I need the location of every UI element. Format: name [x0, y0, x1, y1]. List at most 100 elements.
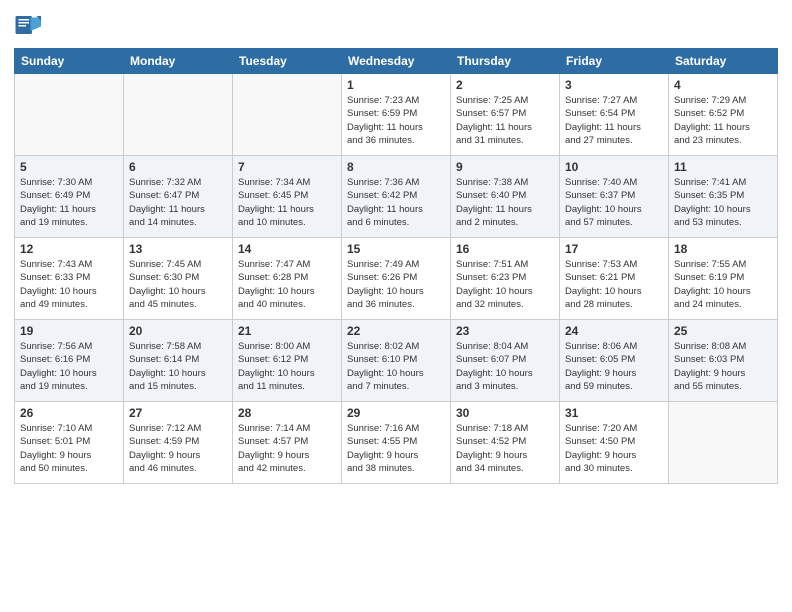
calendar-cell: 2 Sunrise: 7:25 AM Sunset: 6:57 PM Daylig…	[451, 74, 560, 156]
calendar-cell: 22 Sunrise: 8:02 AM Sunset: 6:10 PM Dayli…	[342, 320, 451, 402]
day-info: Sunrise: 7:14 AM Sunset: 4:57 PM Dayligh…	[238, 422, 336, 475]
logo-icon	[14, 10, 44, 40]
calendar-cell: 12 Sunrise: 7:43 AM Sunset: 6:33 PM Dayli…	[15, 238, 124, 320]
calendar-cell: 13Sunrise: 7:45 AM Sunset: 6:30 PM Dayli…	[124, 238, 233, 320]
day-number: 10	[565, 160, 663, 174]
day-number: 31	[565, 406, 663, 420]
day-info: Sunrise: 7:16 AM Sunset: 4:55 PM Dayligh…	[347, 422, 445, 475]
calendar-cell: 23 Sunrise: 8:04 AM Sunset: 6:07 PM Dayli…	[451, 320, 560, 402]
day-number: 16	[456, 242, 554, 256]
day-number: 19	[20, 324, 118, 338]
week-row-2: 5 Sunrise: 7:30 AM Sunset: 6:49 PM Daylig…	[15, 156, 778, 238]
day-number: 1	[347, 78, 445, 92]
weekday-header-wednesday: Wednesday	[342, 49, 451, 74]
day-info: Sunrise: 7:58 AM Sunset: 6:14 PM Dayligh…	[129, 340, 227, 393]
calendar-cell: 30 Sunrise: 7:18 AM Sunset: 4:52 PM Dayli…	[451, 402, 560, 484]
day-number: 22	[347, 324, 445, 338]
header	[14, 10, 778, 40]
day-info: Sunrise: 7:56 AM Sunset: 6:16 PM Dayligh…	[20, 340, 118, 393]
calendar-cell: 24 Sunrise: 8:06 AM Sunset: 6:05 PM Dayli…	[560, 320, 669, 402]
calendar-cell	[233, 74, 342, 156]
day-info: Sunrise: 7:38 AM Sunset: 6:40 PM Dayligh…	[456, 176, 554, 229]
day-number: 6	[129, 160, 227, 174]
calendar-cell: 10 Sunrise: 7:40 AM Sunset: 6:37 PM Dayli…	[560, 156, 669, 238]
day-number: 8	[347, 160, 445, 174]
day-number: 12	[20, 242, 118, 256]
calendar-cell: 26 Sunrise: 7:10 AM Sunset: 5:01 PM Dayli…	[15, 402, 124, 484]
day-info: Sunrise: 7:12 AM Sunset: 4:59 PM Dayligh…	[129, 422, 227, 475]
weekday-header-friday: Friday	[560, 49, 669, 74]
weekday-header-saturday: Saturday	[669, 49, 778, 74]
calendar-cell: 14 Sunrise: 7:47 AM Sunset: 6:28 PM Dayli…	[233, 238, 342, 320]
week-row-3: 12 Sunrise: 7:43 AM Sunset: 6:33 PM Dayli…	[15, 238, 778, 320]
day-info: Sunrise: 8:06 AM Sunset: 6:05 PM Dayligh…	[565, 340, 663, 393]
calendar-cell: 3Sunrise: 7:27 AM Sunset: 6:54 PM Daylig…	[560, 74, 669, 156]
calendar-cell: 20 Sunrise: 7:58 AM Sunset: 6:14 PM Dayli…	[124, 320, 233, 402]
calendar-cell: 17 Sunrise: 7:53 AM Sunset: 6:21 PM Dayli…	[560, 238, 669, 320]
calendar-cell: 21Sunrise: 8:00 AM Sunset: 6:12 PM Dayli…	[233, 320, 342, 402]
day-number: 26	[20, 406, 118, 420]
day-info: Sunrise: 7:36 AM Sunset: 6:42 PM Dayligh…	[347, 176, 445, 229]
day-info: Sunrise: 7:51 AM Sunset: 6:23 PM Dayligh…	[456, 258, 554, 311]
calendar-cell: 19 Sunrise: 7:56 AM Sunset: 6:16 PM Dayli…	[15, 320, 124, 402]
day-number: 4	[674, 78, 772, 92]
day-number: 15	[347, 242, 445, 256]
weekday-header-tuesday: Tuesday	[233, 49, 342, 74]
day-info: Sunrise: 7:18 AM Sunset: 4:52 PM Dayligh…	[456, 422, 554, 475]
calendar-cell: 4Sunrise: 7:29 AM Sunset: 6:52 PM Daylig…	[669, 74, 778, 156]
day-info: Sunrise: 7:43 AM Sunset: 6:33 PM Dayligh…	[20, 258, 118, 311]
day-info: Sunrise: 7:30 AM Sunset: 6:49 PM Dayligh…	[20, 176, 118, 229]
calendar-cell	[15, 74, 124, 156]
day-number: 14	[238, 242, 336, 256]
day-info: Sunrise: 7:41 AM Sunset: 6:35 PM Dayligh…	[674, 176, 772, 229]
calendar-cell	[669, 402, 778, 484]
logo	[14, 10, 48, 40]
calendar-cell: 29 Sunrise: 7:16 AM Sunset: 4:55 PM Dayli…	[342, 402, 451, 484]
calendar-cell: 15 Sunrise: 7:49 AM Sunset: 6:26 PM Dayli…	[342, 238, 451, 320]
day-info: Sunrise: 7:10 AM Sunset: 5:01 PM Dayligh…	[20, 422, 118, 475]
day-number: 23	[456, 324, 554, 338]
weekday-header-row: SundayMondayTuesdayWednesdayThursdayFrid…	[15, 49, 778, 74]
day-info: Sunrise: 7:40 AM Sunset: 6:37 PM Dayligh…	[565, 176, 663, 229]
day-number: 11	[674, 160, 772, 174]
week-row-4: 19 Sunrise: 7:56 AM Sunset: 6:16 PM Dayli…	[15, 320, 778, 402]
calendar-cell: 7Sunrise: 7:34 AM Sunset: 6:45 PM Daylig…	[233, 156, 342, 238]
day-info: Sunrise: 7:49 AM Sunset: 6:26 PM Dayligh…	[347, 258, 445, 311]
day-info: Sunrise: 7:23 AM Sunset: 6:59 PM Dayligh…	[347, 94, 445, 147]
day-info: Sunrise: 7:20 AM Sunset: 4:50 PM Dayligh…	[565, 422, 663, 475]
day-info: Sunrise: 7:25 AM Sunset: 6:57 PM Dayligh…	[456, 94, 554, 147]
calendar-cell: 27 Sunrise: 7:12 AM Sunset: 4:59 PM Dayli…	[124, 402, 233, 484]
day-number: 20	[129, 324, 227, 338]
day-number: 18	[674, 242, 772, 256]
calendar-cell: 18 Sunrise: 7:55 AM Sunset: 6:19 PM Dayli…	[669, 238, 778, 320]
day-number: 24	[565, 324, 663, 338]
day-number: 30	[456, 406, 554, 420]
day-number: 2	[456, 78, 554, 92]
day-number: 3	[565, 78, 663, 92]
day-info: Sunrise: 7:55 AM Sunset: 6:19 PM Dayligh…	[674, 258, 772, 311]
calendar-table: SundayMondayTuesdayWednesdayThursdayFrid…	[14, 48, 778, 484]
day-number: 29	[347, 406, 445, 420]
calendar-cell: 9 Sunrise: 7:38 AM Sunset: 6:40 PM Daylig…	[451, 156, 560, 238]
day-number: 28	[238, 406, 336, 420]
day-number: 27	[129, 406, 227, 420]
day-info: Sunrise: 7:47 AM Sunset: 6:28 PM Dayligh…	[238, 258, 336, 311]
day-number: 7	[238, 160, 336, 174]
day-info: Sunrise: 7:32 AM Sunset: 6:47 PM Dayligh…	[129, 176, 227, 229]
calendar-cell: 1 Sunrise: 7:23 AM Sunset: 6:59 PM Daylig…	[342, 74, 451, 156]
calendar-cell: 31 Sunrise: 7:20 AM Sunset: 4:50 PM Dayli…	[560, 402, 669, 484]
week-row-1: 1 Sunrise: 7:23 AM Sunset: 6:59 PM Daylig…	[15, 74, 778, 156]
weekday-header-monday: Monday	[124, 49, 233, 74]
day-info: Sunrise: 8:08 AM Sunset: 6:03 PM Dayligh…	[674, 340, 772, 393]
calendar-cell: 25Sunrise: 8:08 AM Sunset: 6:03 PM Dayli…	[669, 320, 778, 402]
day-number: 5	[20, 160, 118, 174]
day-number: 17	[565, 242, 663, 256]
day-number: 9	[456, 160, 554, 174]
calendar-cell: 28 Sunrise: 7:14 AM Sunset: 4:57 PM Dayli…	[233, 402, 342, 484]
day-info: Sunrise: 8:02 AM Sunset: 6:10 PM Dayligh…	[347, 340, 445, 393]
day-info: Sunrise: 7:53 AM Sunset: 6:21 PM Dayligh…	[565, 258, 663, 311]
calendar-cell: 5 Sunrise: 7:30 AM Sunset: 6:49 PM Daylig…	[15, 156, 124, 238]
day-info: Sunrise: 8:04 AM Sunset: 6:07 PM Dayligh…	[456, 340, 554, 393]
day-info: Sunrise: 7:45 AM Sunset: 6:30 PM Dayligh…	[129, 258, 227, 311]
calendar-cell: 6 Sunrise: 7:32 AM Sunset: 6:47 PM Daylig…	[124, 156, 233, 238]
